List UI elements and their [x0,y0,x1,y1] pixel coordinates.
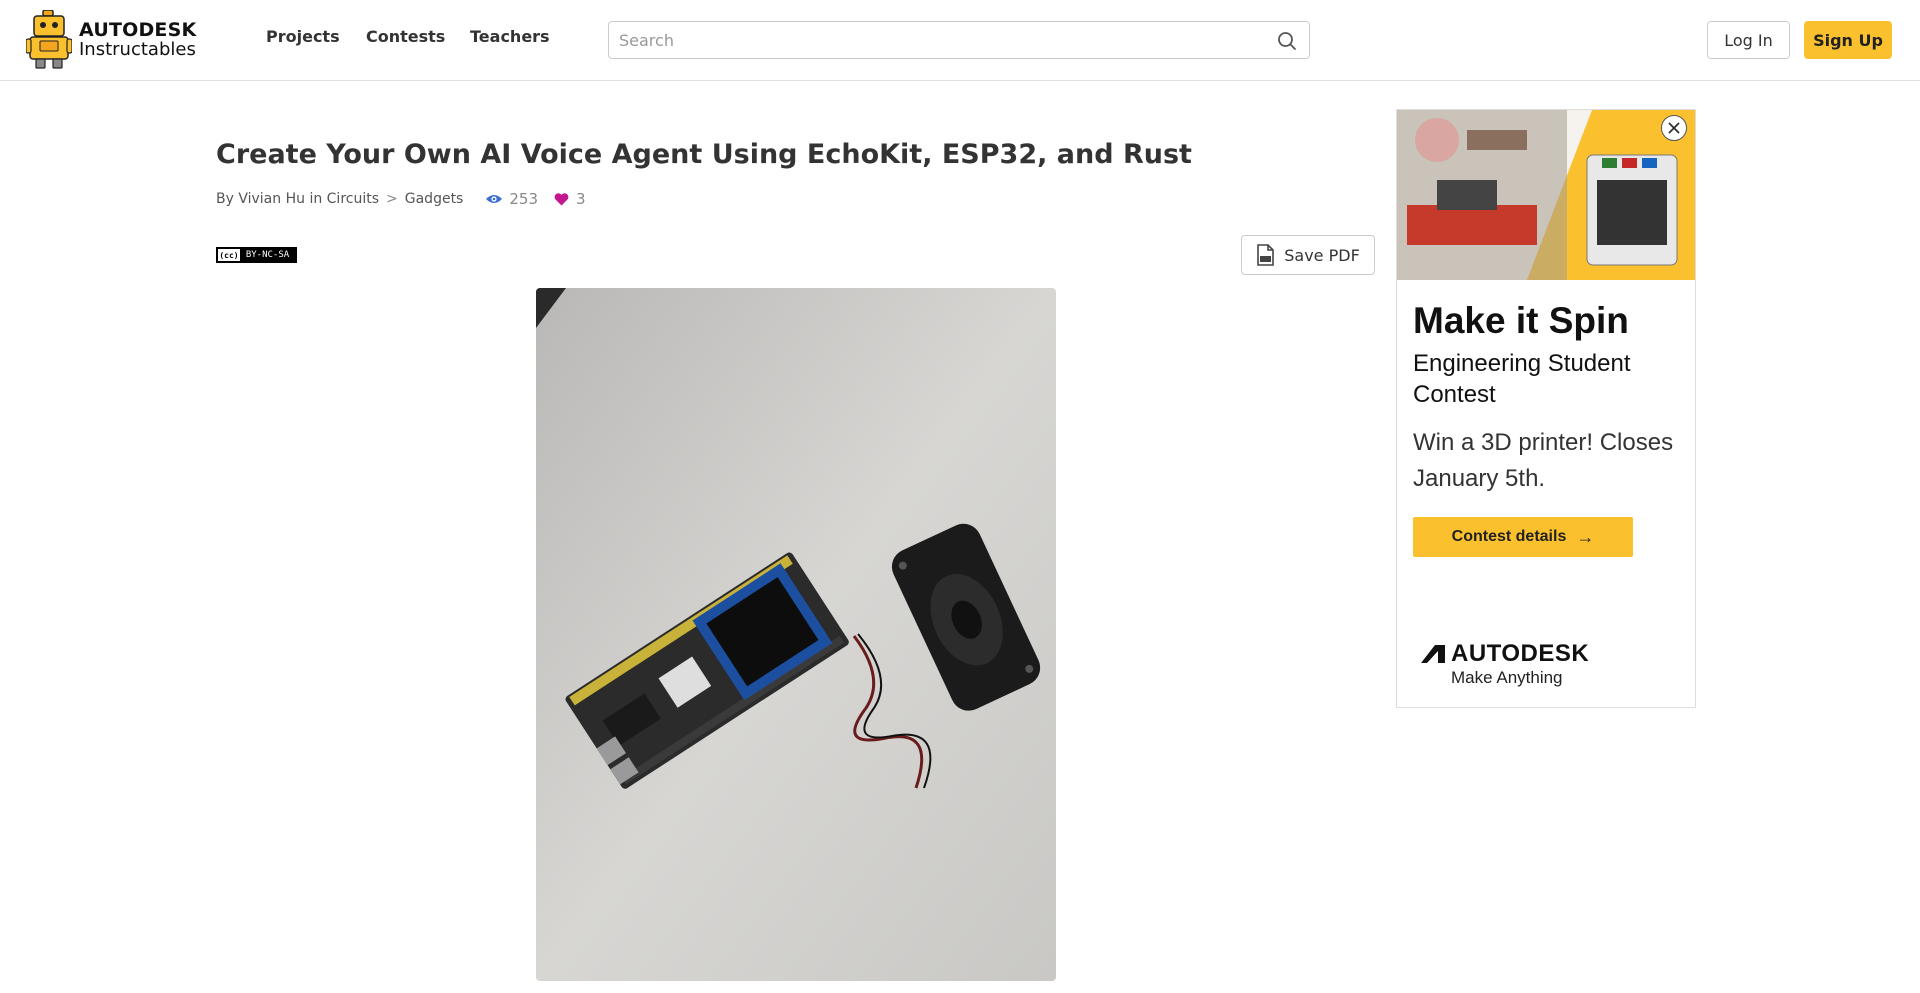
pdf-file-icon [1256,244,1284,266]
brand-text: AUTODESK Instructables [79,20,196,60]
in-label: in [309,191,323,207]
hero-image [536,288,1056,981]
save-pdf-button[interactable]: Save PDF [1241,235,1375,275]
views-count: 253 [509,190,538,208]
views-stat: 253 [485,190,538,208]
subcategory-link[interactable]: Gadgets [405,191,464,207]
signup-button[interactable]: Sign Up [1804,21,1892,59]
license-badge[interactable]: (cc) BY-NC-SA [216,247,297,263]
heart-icon [554,192,569,206]
site-header: AUTODESK Instructables Projects Contests… [0,0,1920,81]
contest-details-label: Contest details [1451,528,1567,545]
search-icon[interactable] [1277,31,1297,51]
save-pdf-label: Save PDF [1284,245,1360,265]
breadcrumb-separator: > [386,191,398,207]
ad-image[interactable] [1397,110,1695,280]
search-input[interactable] [619,22,1259,58]
login-button[interactable]: Log In [1707,21,1790,59]
autodesk-logo: AUTODESK [1421,640,1589,668]
autodesk-a-icon [1421,645,1445,663]
favorites-stat: 3 [554,190,586,208]
article-meta: By Vivian Hu in Circuits > Gadgets 253 3 [216,190,586,208]
by-label: By [216,191,234,207]
category-link[interactable]: Circuits [327,191,379,207]
brand-autodesk: AUTODESK [79,19,197,41]
ad-body: Win a 3D printer! Closes January 5th. [1413,429,1674,492]
nav-teachers[interactable]: Teachers [470,27,550,46]
ad-tagline: Make Anything [1451,668,1563,687]
site-logo[interactable]: AUTODESK Instructables [25,9,206,70]
ad-headline: Make it Spin [1413,300,1629,341]
arrow-right-icon: → [1576,526,1595,547]
license-text: BY-NC-SA [240,249,295,261]
ad-close-button[interactable] [1661,115,1687,141]
nav-contests[interactable]: Contests [366,27,445,46]
robot-mascot-icon [25,9,73,70]
ad-subheadline: Engineering Student Contest [1413,350,1631,408]
cc-icon: (cc) [218,249,240,261]
sidebar-advertisement: Make it Spin Engineering Student Contest… [1396,109,1696,708]
favorites-count: 3 [576,190,586,208]
brand-instructables: Instructables [79,39,196,60]
author-link[interactable]: Vivian Hu [238,191,305,207]
nav-projects[interactable]: Projects [266,27,340,46]
contest-details-button[interactable]: Contest details → [1413,517,1633,557]
article-title: Create Your Own AI Voice Agent Using Ech… [216,139,1192,170]
eye-icon [485,193,503,205]
close-icon [1668,122,1680,134]
autodesk-wordmark: AUTODESK [1451,640,1590,667]
search-box [608,21,1310,59]
